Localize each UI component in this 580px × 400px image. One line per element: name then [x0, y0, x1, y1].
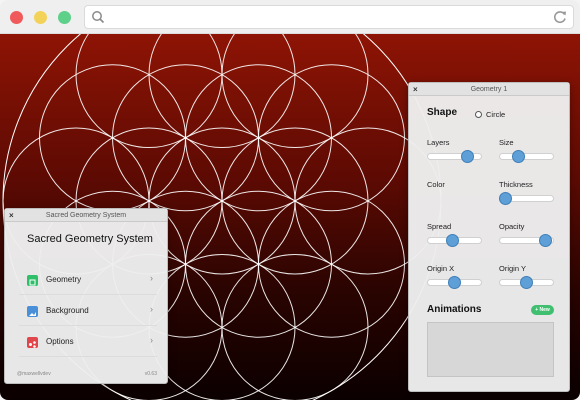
- minimize-window-button[interactable]: [34, 11, 47, 24]
- layers-label: Layers: [427, 138, 450, 147]
- chevron-right-icon: ›: [150, 304, 153, 314]
- pattern-circle: [148, 34, 296, 149]
- shape-heading: Shape: [427, 107, 458, 118]
- chevron-right-icon: ›: [150, 273, 153, 283]
- slider-knob[interactable]: [448, 276, 461, 289]
- origin-y-slider[interactable]: [499, 276, 554, 289]
- author-credit[interactable]: @maxwellvdev: [17, 371, 51, 377]
- color-label[interactable]: Color: [427, 180, 445, 189]
- refresh-icon[interactable]: [551, 8, 569, 31]
- origin-y-label: Origin Y: [499, 264, 526, 273]
- thickness-label: Thickness: [499, 180, 533, 189]
- chevron-right-icon: ›: [150, 335, 153, 345]
- opacity-label: Opacity: [499, 222, 525, 231]
- slider-knob[interactable]: [538, 234, 552, 247]
- size-slider[interactable]: [499, 150, 554, 163]
- spread-slider[interactable]: [427, 234, 482, 247]
- menu-item-label: Background: [46, 306, 89, 315]
- slider-knob[interactable]: [445, 234, 459, 247]
- pattern-circle: [221, 34, 369, 149]
- main-menu-window-title: Sacred Geometry System: [45, 212, 127, 219]
- new-animation-button[interactable]: + New: [531, 305, 554, 315]
- circle-radio[interactable]: [475, 111, 482, 118]
- opacity-slider[interactable]: [499, 234, 554, 247]
- close-icon[interactable]: ×: [413, 83, 418, 96]
- origin-x-slider[interactable]: [427, 276, 482, 289]
- maximize-window-button[interactable]: [58, 11, 71, 24]
- layers-slider[interactable]: [427, 150, 482, 163]
- main-menu-titlebar: × Sacred Geometry System: [5, 209, 167, 222]
- browser-toolbar: [0, 0, 580, 34]
- menu-item-background[interactable]: Background ›: [19, 298, 157, 326]
- version-label: v0.63: [144, 371, 157, 377]
- geometry-window-title: Geometry 1: [470, 86, 508, 93]
- menu-item-options[interactable]: Options ›: [19, 329, 157, 357]
- slider-knob[interactable]: [520, 276, 533, 289]
- circle-radio-label: Circle: [486, 110, 506, 119]
- menu-item-label: Options: [46, 337, 74, 346]
- address-bar[interactable]: [84, 5, 574, 29]
- close-window-button[interactable]: [10, 11, 23, 24]
- browser-window: × Sacred Geometry System Sacred Geometry…: [0, 0, 580, 400]
- search-icon: [91, 10, 105, 29]
- close-icon[interactable]: ×: [9, 209, 14, 222]
- animations-list: [427, 322, 554, 377]
- geometry-icon: [27, 275, 38, 286]
- spread-label: Spread: [427, 222, 452, 231]
- main-menu-panel: × Sacred Geometry System Sacred Geometry…: [4, 208, 168, 384]
- app-heading: Sacred Geometry System: [27, 233, 153, 245]
- slider-knob[interactable]: [499, 192, 512, 205]
- menu-item-label: Geometry: [46, 275, 82, 284]
- slider-knob[interactable]: [460, 150, 474, 163]
- animations-heading: Animations: [427, 304, 482, 315]
- geometry-settings-titlebar: × Geometry 1: [409, 83, 569, 96]
- options-icon: [27, 337, 38, 348]
- menu-item-geometry[interactable]: Geometry ›: [19, 267, 157, 295]
- slider-knob[interactable]: [511, 150, 525, 163]
- origin-x-label: Origin X: [427, 264, 455, 273]
- pattern-circle: [75, 34, 223, 149]
- thickness-slider[interactable]: [499, 192, 554, 205]
- image-icon: [27, 306, 38, 317]
- size-label: Size: [499, 138, 514, 147]
- geometry-settings-panel: × Geometry 1 Shape Circle Layers Size Co…: [408, 82, 570, 392]
